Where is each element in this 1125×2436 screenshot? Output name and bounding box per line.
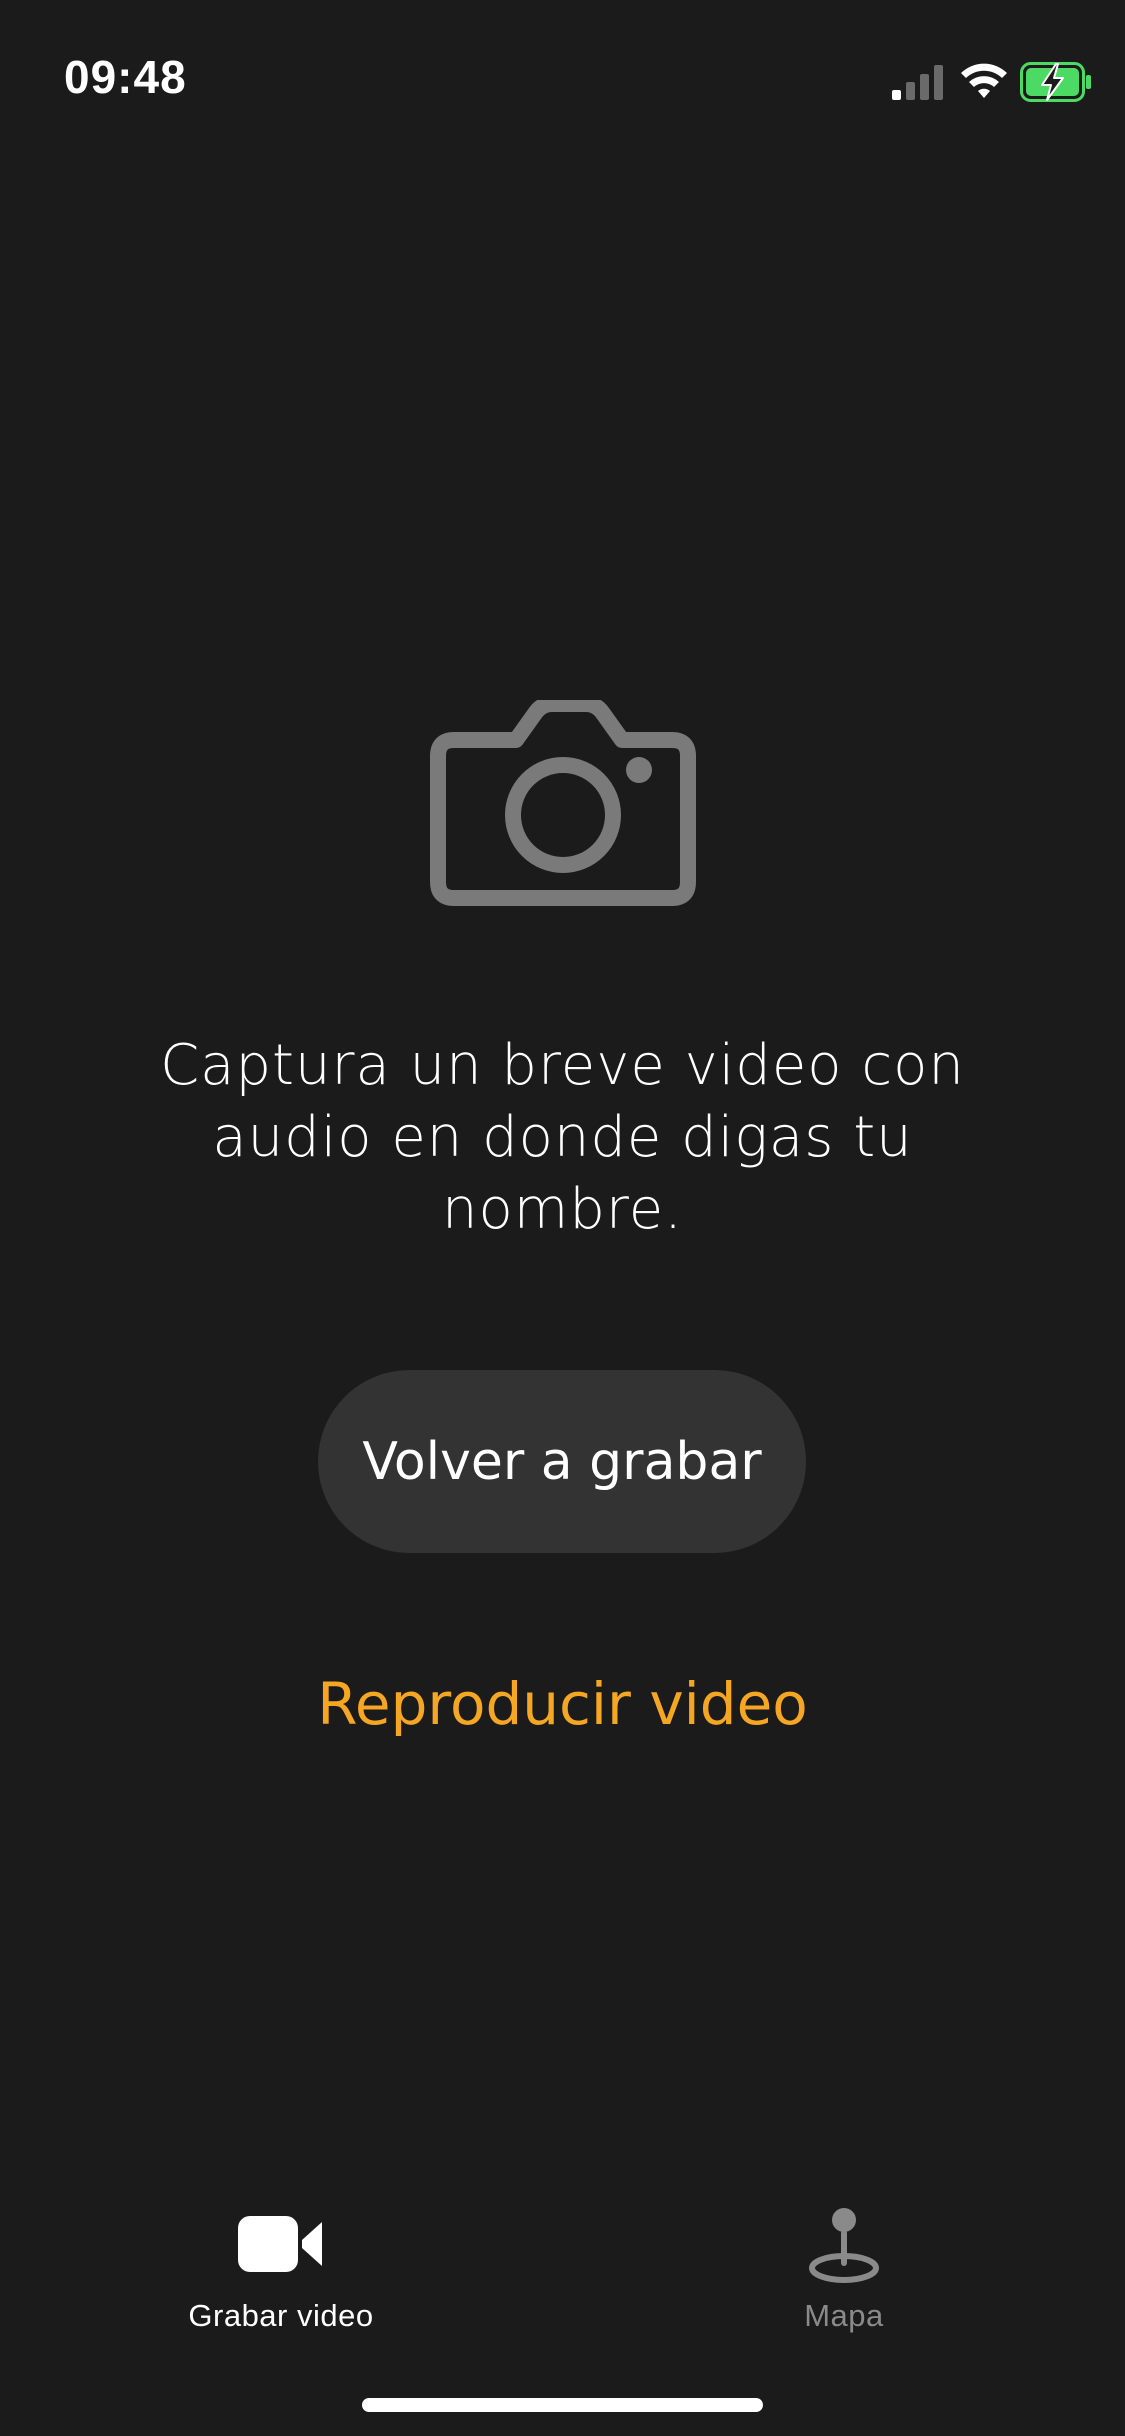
video-camera-icon xyxy=(238,2216,322,2272)
cellular-signal-icon xyxy=(892,65,943,100)
instruction-text: Captura un breve video con audio en dond… xyxy=(160,1033,965,1242)
map-pin-icon xyxy=(809,2208,879,2283)
tab-record-video-label: Grabar video xyxy=(188,2298,374,2333)
tab-record-video[interactable]: Grabar video xyxy=(131,2204,431,2354)
status-time: 09:48 xyxy=(64,51,187,103)
play-video-link[interactable]: Reproducir video xyxy=(250,1670,875,1738)
status-bar: 09:48 xyxy=(0,0,1125,150)
wifi-icon xyxy=(961,63,1007,98)
home-indicator xyxy=(362,2398,763,2412)
tab-map[interactable]: Mapa xyxy=(694,2204,994,2354)
rerecord-button-label: Volver a grabar xyxy=(362,1431,762,1492)
battery-charging-icon xyxy=(1020,62,1091,102)
rerecord-button[interactable]: Volver a grabar xyxy=(318,1370,806,1553)
camera-icon xyxy=(430,700,696,906)
tab-map-label: Mapa xyxy=(804,2298,884,2333)
